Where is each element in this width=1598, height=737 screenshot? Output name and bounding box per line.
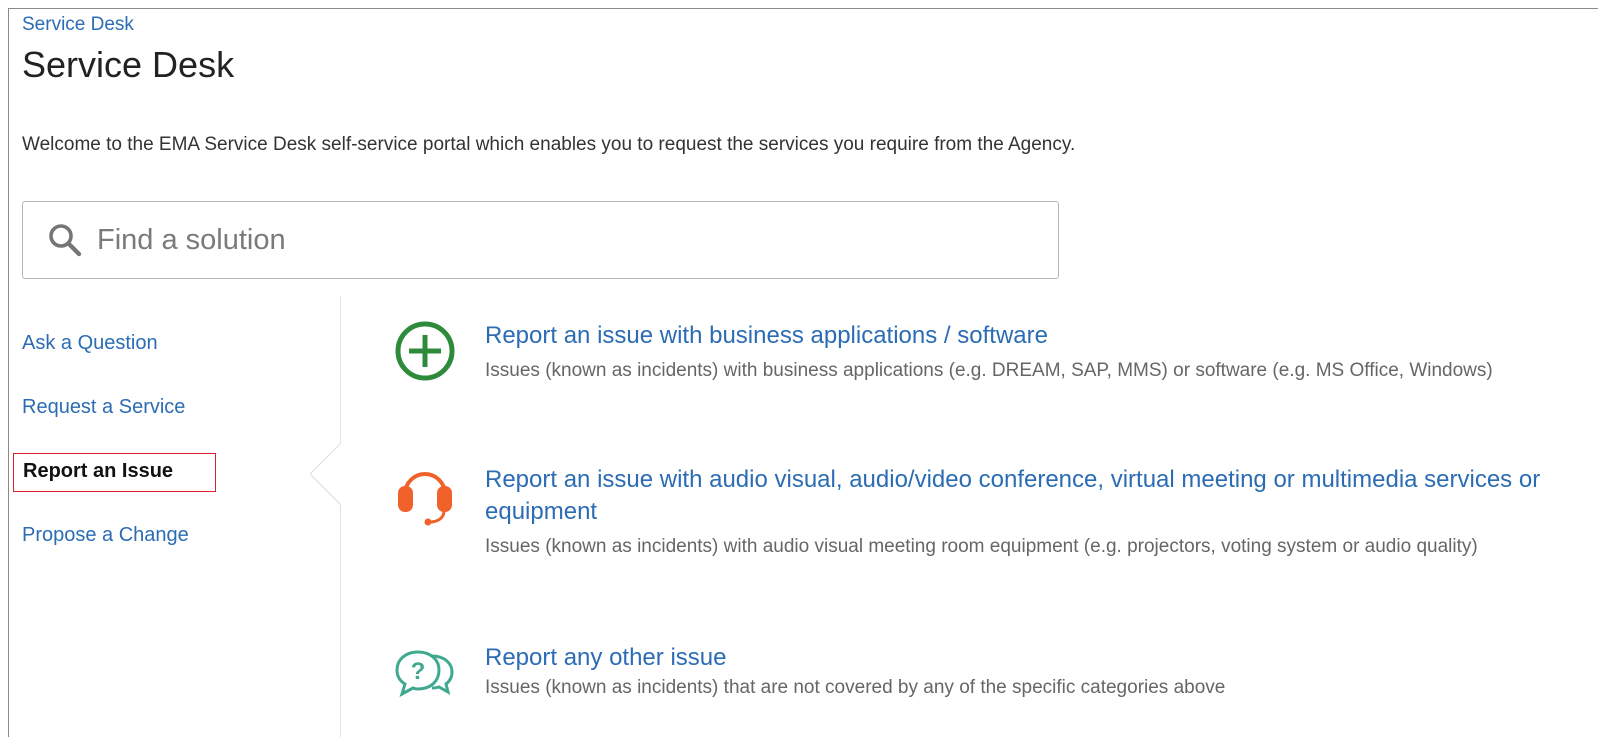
- plus-circle-icon: [395, 321, 455, 381]
- active-nav-pointer: [310, 443, 372, 505]
- sidebar-item-ask-question[interactable]: Ask a Question: [22, 332, 158, 355]
- question-chat-icon: ?: [395, 650, 454, 698]
- option-title[interactable]: Report an issue with audio visual, audio…: [485, 464, 1595, 528]
- headset-icon: [398, 472, 452, 526]
- sidebar-item-request-service[interactable]: Request a Service: [22, 396, 185, 419]
- sidebar-item-report-issue[interactable]: Report an Issue: [13, 453, 216, 492]
- search-icon: [49, 224, 82, 257]
- option-title[interactable]: Report any other issue: [485, 642, 1595, 674]
- option-description: Issues (known as incidents) with busines…: [485, 360, 1493, 381]
- option-title[interactable]: Report an issue with business applicatio…: [485, 320, 1595, 352]
- breadcrumb-service-desk[interactable]: Service Desk: [22, 14, 134, 36]
- search-input[interactable]: [97, 223, 997, 257]
- sidebar-item-propose-change[interactable]: Propose a Change: [22, 524, 189, 547]
- welcome-text: Welcome to the EMA Service Desk self-ser…: [22, 134, 1076, 155]
- page-title: Service Desk: [22, 44, 235, 85]
- search-box[interactable]: [22, 201, 1059, 279]
- svg-text:?: ?: [411, 658, 426, 685]
- option-description: Issues (known as incidents) that are not…: [485, 677, 1226, 698]
- option-description: Issues (known as incidents) with audio v…: [485, 536, 1478, 557]
- nav-divider: [340, 296, 341, 737]
